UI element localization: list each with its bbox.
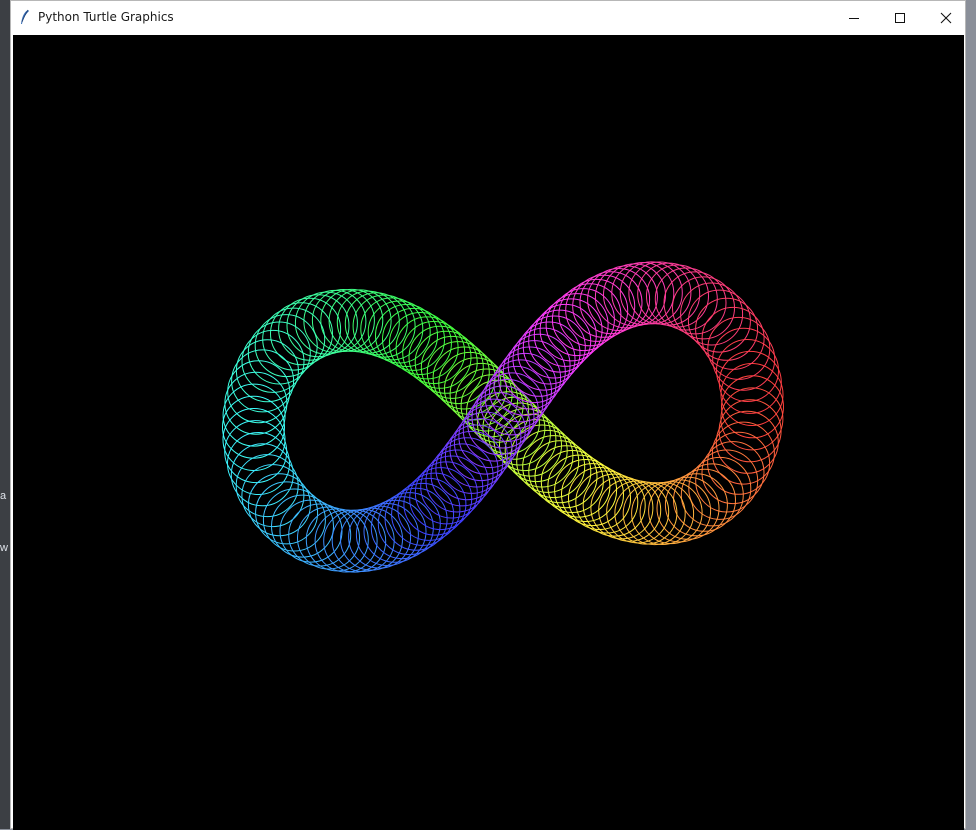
spiro-circle <box>294 291 358 355</box>
maximize-icon <box>895 12 905 23</box>
spiro-circle <box>235 454 299 518</box>
minimize-button[interactable] <box>831 1 877 34</box>
spiro-circle <box>631 482 695 545</box>
spiro-circle <box>680 282 744 346</box>
spiro-circle <box>579 271 643 335</box>
close-button[interactable] <box>923 1 969 34</box>
spiro-circle <box>664 473 728 537</box>
spiro-circle <box>409 467 473 531</box>
background-text-fragment: a <box>0 490 7 502</box>
spiro-circle <box>707 316 771 380</box>
feather-icon <box>21 9 29 24</box>
spiro-circle <box>222 408 286 471</box>
title-bar[interactable]: Python Turtle Graphics <box>11 1 965 34</box>
spiro-circle <box>716 339 779 402</box>
spiro-circle <box>606 480 670 544</box>
spiro-circle <box>673 468 736 532</box>
spiro-circle <box>230 443 294 507</box>
window-title: Python Turtle Graphics <box>38 10 174 24</box>
spiro-circle <box>311 289 375 352</box>
background-text-fragment: w <box>0 542 8 554</box>
turtle-canvas[interactable] <box>13 35 964 830</box>
spiro-circle <box>533 303 597 367</box>
spiro-circle <box>222 383 286 447</box>
minimize-icon <box>849 17 859 19</box>
spiro-circle <box>336 290 400 354</box>
spiro-circle <box>278 297 342 361</box>
spiro-circle <box>363 499 427 563</box>
spiro-circle <box>554 459 618 522</box>
spiro-circle <box>720 387 784 451</box>
spiro-circle <box>648 479 712 543</box>
spiro-circle <box>712 327 776 391</box>
maximize-button[interactable] <box>877 1 923 34</box>
spiro-circle <box>231 349 295 413</box>
close-icon <box>940 12 952 23</box>
spiro-circle <box>680 463 744 527</box>
spiro-circle <box>227 432 290 495</box>
spiro-circle <box>328 289 392 353</box>
spirograph-drawing <box>222 261 784 573</box>
spiro-circle <box>262 307 326 371</box>
turtle-window: Python Turtle Graphics <box>10 0 966 830</box>
spiro-circle <box>611 262 675 325</box>
spiro-circle <box>403 472 467 536</box>
